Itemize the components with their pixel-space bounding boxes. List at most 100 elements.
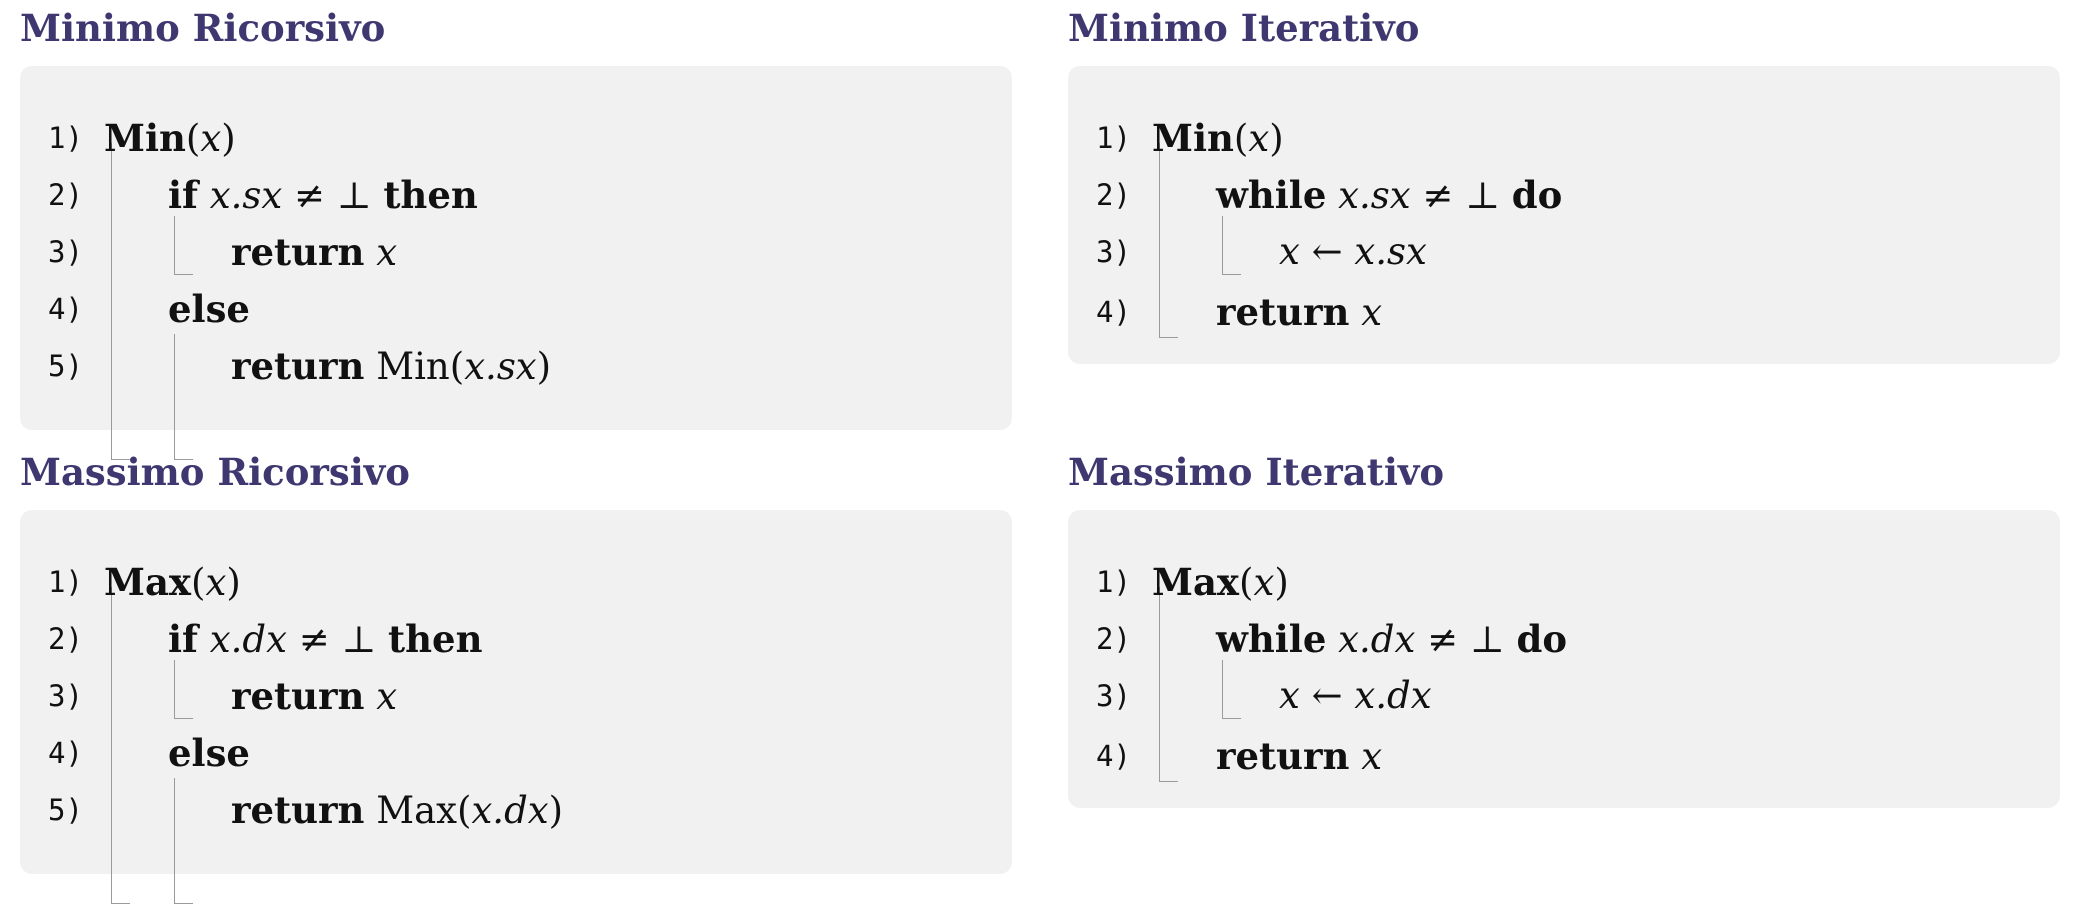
not-equal-symbol: ≠ xyxy=(1422,174,1454,217)
indent-rule xyxy=(111,143,130,460)
keyword-then: then xyxy=(388,617,483,661)
statement: return Max(x.dx) xyxy=(231,784,563,837)
pseudocode-block: 1) Min(x) 2) while x.sx ≠ ⊥ do 3) x ← x.… xyxy=(1068,66,2060,364)
return-value: x xyxy=(1361,735,1383,778)
bottom-symbol: ⊥ xyxy=(1469,618,1505,661)
not-equal-symbol: ≠ xyxy=(1427,618,1459,661)
line-number: 1) xyxy=(48,565,83,599)
line-number: 4) xyxy=(1096,295,1131,329)
left-arrow-symbol: ← xyxy=(1311,230,1343,273)
indent-rule xyxy=(1222,216,1241,275)
expression: x.sx xyxy=(209,174,283,217)
paren-close: ) xyxy=(548,789,564,832)
keyword-return: return xyxy=(1216,734,1350,778)
paren-open: ( xyxy=(457,789,472,832)
paren-close: ) xyxy=(536,345,552,388)
line-number: 2) xyxy=(1096,178,1131,212)
keyword-return: return xyxy=(1216,290,1350,334)
argument: x.dx xyxy=(471,789,549,832)
expression: x.dx xyxy=(1338,618,1416,661)
bottom-symbol: ⊥ xyxy=(1465,174,1500,217)
statement: if x.dx ≠ ⊥ then xyxy=(168,613,482,666)
paren-open: ( xyxy=(191,561,206,604)
paren-close: ) xyxy=(1274,561,1289,604)
function-call: Max xyxy=(376,789,457,832)
section-title: Minimo Ricorsivo xyxy=(20,6,386,50)
function-name: Max xyxy=(1152,560,1239,604)
statement: if x.sx ≠ ⊥ then xyxy=(168,169,478,222)
parameter: x xyxy=(200,117,222,160)
parameter: x xyxy=(205,561,227,604)
indent-rule xyxy=(174,334,193,460)
statement: while x.dx ≠ ⊥ do xyxy=(1216,613,1567,666)
indent-rule xyxy=(1222,660,1241,719)
bottom-symbol: ⊥ xyxy=(341,618,377,661)
statement: return Min(x.sx) xyxy=(231,340,551,393)
keyword-do: do xyxy=(1516,617,1568,661)
line-number: 4) xyxy=(48,292,83,326)
line-number: 2) xyxy=(48,622,83,656)
keyword-return: return xyxy=(231,230,365,274)
paren-close: ) xyxy=(1269,117,1284,160)
statement: else xyxy=(168,283,250,336)
section-title: Massimo Ricorsivo xyxy=(20,450,410,494)
line-number: 4) xyxy=(48,736,83,770)
line-number: 3) xyxy=(48,235,83,269)
return-value: x xyxy=(376,675,398,718)
statement: while x.sx ≠ ⊥ do xyxy=(1216,169,1562,222)
not-equal-symbol: ≠ xyxy=(298,618,330,661)
statement: Max(x) xyxy=(1152,556,1289,609)
argument: x.sx xyxy=(464,345,537,388)
indent-rule xyxy=(1159,587,1178,782)
assign-target: x xyxy=(1279,674,1300,717)
parameter: x xyxy=(1248,117,1270,160)
keyword-else: else xyxy=(168,287,250,331)
indent-rule xyxy=(111,587,130,904)
assign-target: x xyxy=(1279,230,1300,273)
statement: return x xyxy=(1216,730,1382,783)
function-name: Min xyxy=(1152,116,1234,160)
line-number: 5) xyxy=(48,793,83,827)
keyword-if: if xyxy=(168,173,198,217)
function-call: Min xyxy=(376,345,450,388)
keyword-while: while xyxy=(1216,617,1327,661)
line-number: 1) xyxy=(1096,121,1131,155)
pseudocode-block: 1) Min(x) 2) if x.sx ≠ ⊥ then 3) return … xyxy=(20,66,1012,460)
keyword-then: then xyxy=(383,173,478,217)
statement: Min(x) xyxy=(104,112,236,165)
line-number: 2) xyxy=(48,178,83,212)
line-number: 3) xyxy=(48,679,83,713)
paren-close: ) xyxy=(221,117,236,160)
statement: x ← x.dx xyxy=(1279,670,1432,722)
line-number: 3) xyxy=(1096,235,1131,269)
paren-open: ( xyxy=(449,345,465,388)
indent-rule xyxy=(174,778,193,904)
indent-rule xyxy=(1159,143,1178,338)
parameter: x xyxy=(1253,561,1275,604)
section-title: Minimo Iterativo xyxy=(1068,6,1420,50)
not-equal-symbol: ≠ xyxy=(294,174,326,217)
expression: x.dx xyxy=(209,618,287,661)
paren-open: ( xyxy=(185,117,201,160)
line-number: 5) xyxy=(48,349,83,383)
paren-close: ) xyxy=(226,561,241,604)
assign-value: x.dx xyxy=(1354,674,1432,717)
expression: x.sx xyxy=(1338,174,1411,217)
statement: return x xyxy=(231,670,397,723)
keyword-do: do xyxy=(1511,173,1563,217)
left-arrow-symbol: ← xyxy=(1311,674,1343,717)
function-name: Min xyxy=(104,116,186,160)
statement: Max(x) xyxy=(104,556,241,609)
paren-open: ( xyxy=(1233,117,1249,160)
section-massimo-iterativo: Massimo Iterativo 1) Max(x) 2) while x.d… xyxy=(1068,444,2060,814)
section-massimo-ricorsivo: Massimo Ricorsivo 1) Max(x) 2) if x.dx ≠… xyxy=(20,444,1012,904)
statement: return x xyxy=(1216,286,1382,339)
return-value: x xyxy=(376,231,398,274)
bottom-symbol: ⊥ xyxy=(336,174,372,217)
statement: else xyxy=(168,727,250,780)
section-minimo-iterativo: Minimo Iterativo 1) Min(x) 2) while x.sx… xyxy=(1068,0,2060,370)
pseudocode-block: 1) Max(x) 2) while x.dx ≠ ⊥ do 3) x ← x.… xyxy=(1068,510,2060,808)
line-number: 1) xyxy=(48,121,83,155)
line-number: 1) xyxy=(1096,565,1131,599)
statement: Min(x) xyxy=(1152,112,1284,165)
